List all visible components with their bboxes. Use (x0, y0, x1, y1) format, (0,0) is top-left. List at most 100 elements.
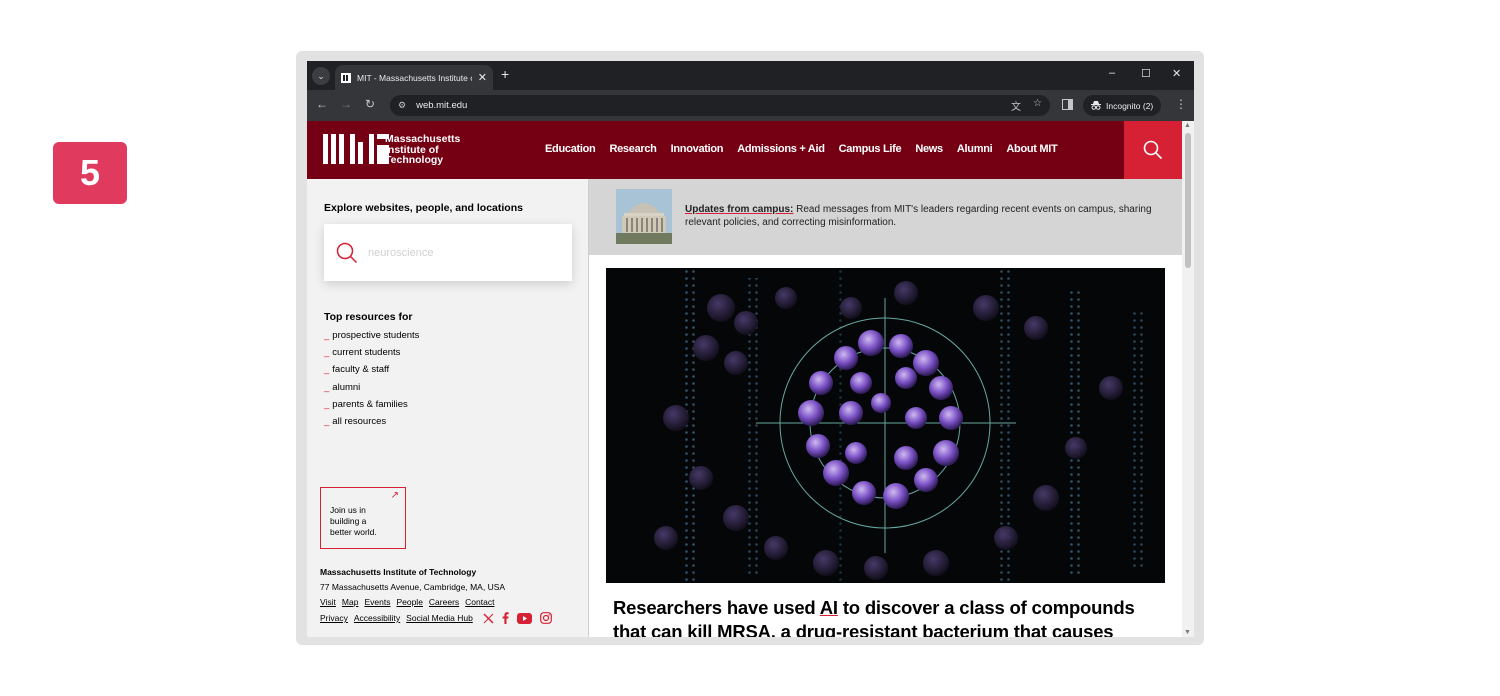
resource-label: parents & families (332, 398, 408, 410)
footer-link-contact[interactable]: Contact (465, 597, 494, 607)
browser-menu-icon[interactable]: ⋮ (1175, 97, 1187, 111)
step-number-badge: 5 (53, 142, 127, 204)
browser-window: ⌄ MIT - Massachusetts Institute of Techn… (307, 61, 1194, 637)
resource-link-current[interactable]: _ current students (324, 347, 419, 364)
footer-link-map[interactable]: Map (342, 597, 359, 607)
dash-marker: _ (324, 347, 330, 359)
x-twitter-icon[interactable] (483, 612, 494, 624)
resource-label: alumni (332, 381, 361, 393)
nav-alumni[interactable]: Alumni (957, 143, 993, 155)
site-info-icon[interactable]: ⚙ (398, 100, 406, 111)
external-arrow-icon: ↗ (390, 490, 399, 501)
main-nav: Education Research Innovation Admissions… (545, 143, 1058, 155)
maximize-button[interactable]: ☐ (1141, 67, 1151, 80)
great-dome-image (616, 189, 672, 244)
footer-link-events[interactable]: Events (364, 597, 390, 607)
resource-link-alumni[interactable]: _ alumni (324, 382, 419, 399)
mit-favicon-icon (341, 72, 351, 83)
nav-innovation[interactable]: Innovation (671, 143, 724, 155)
browser-tab-mit[interactable]: MIT - Massachusetts Institute of Technol… (335, 65, 493, 90)
nav-research[interactable]: Research (609, 143, 656, 155)
forward-button[interactable]: → (340, 97, 352, 111)
join-us-text: Join us in building a better world. (330, 505, 396, 538)
minimize-button[interactable]: – (1109, 67, 1115, 79)
resource-link-faculty[interactable]: _ faculty & staff (324, 364, 419, 381)
url-text: web.mit.edu (416, 100, 468, 111)
web-page: Massachusetts Institute of Technology Ed… (307, 121, 1182, 637)
news-headline[interactable]: Researchers have used AI to discover a c… (613, 596, 1158, 637)
nav-about-mit[interactable]: About MIT (1006, 143, 1057, 155)
mit-logo-icon[interactable] (323, 134, 389, 164)
main-content: Updates from campus: Read messages from … (589, 179, 1182, 637)
updates-link[interactable]: Updates from campus: (685, 204, 793, 215)
join-us-card[interactable]: ↗ Join us in building a better world. (320, 487, 406, 549)
search-icon (1143, 140, 1163, 160)
screenshot-frame: ⌄ MIT - Massachusetts Institute of Techn… (296, 51, 1204, 645)
resource-label: prospective students (332, 330, 420, 341)
resource-label: faculty & staff (332, 364, 390, 376)
translate-icon[interactable]: 文 (1011, 98, 1021, 113)
scroll-down-arrow-icon[interactable]: ▼ (1184, 629, 1191, 636)
footer-link-accessibility[interactable]: Accessibility (354, 613, 400, 623)
footer-link-people[interactable]: People (396, 597, 422, 607)
campus-updates-banner: Updates from campus: Read messages from … (589, 179, 1182, 255)
resource-link-all[interactable]: _ all resources (324, 416, 419, 433)
nav-education[interactable]: Education (545, 143, 596, 155)
wordmark-line: Technology (385, 154, 444, 166)
side-panel-icon[interactable] (1062, 99, 1073, 110)
footer-link-social-hub[interactable]: Social Media Hub (406, 613, 473, 623)
nav-campus-life[interactable]: Campus Life (839, 143, 902, 155)
footer-title: Massachusetts Institute of Technology (320, 567, 477, 577)
footer-link-visit[interactable]: Visit (320, 597, 336, 607)
nav-news[interactable]: News (915, 143, 943, 155)
headline-text: Researchers have used (613, 597, 820, 618)
youtube-icon[interactable] (516, 612, 532, 624)
incognito-label: Incognito (2) (1106, 100, 1154, 111)
dash-marker: _ (324, 415, 330, 427)
great-dome-thumbnail[interactable] (616, 189, 672, 244)
explore-search-input[interactable] (368, 246, 558, 259)
social-icons (483, 612, 552, 624)
scroll-thumb[interactable] (1185, 133, 1191, 268)
bookmark-star-icon[interactable]: ☆ (1033, 98, 1042, 113)
footer-links-row1: Visit Map Events People Careers Contact (320, 597, 494, 607)
facebook-icon[interactable] (502, 612, 509, 624)
resource-label: all resources (332, 415, 387, 427)
headline-ai-link[interactable]: AI (820, 597, 838, 618)
dash-marker: _ (324, 381, 330, 393)
scroll-up-arrow-icon[interactable]: ▲ (1184, 122, 1191, 129)
tab-title: MIT - Massachusetts Institute of Technol… (357, 72, 472, 83)
site-header: Massachusetts Institute of Technology Ed… (307, 121, 1182, 179)
page-scrollbar[interactable]: ▲ ▼ (1182, 121, 1194, 637)
footer-link-privacy[interactable]: Privacy (320, 613, 348, 623)
header-search-button[interactable] (1124, 121, 1182, 179)
wordmark-line: Massachusetts (385, 133, 461, 145)
resource-link-prospective[interactable]: _ prospective students (324, 330, 419, 347)
join-line: better world. (330, 527, 377, 537)
explore-search[interactable] (324, 224, 572, 281)
back-button[interactable]: ← (316, 97, 328, 111)
close-window-button[interactable]: ✕ (1172, 67, 1181, 80)
search-icon (336, 242, 358, 263)
instagram-icon[interactable] (539, 612, 552, 624)
campus-updates-text: Updates from campus: Read messages from … (685, 203, 1155, 229)
mit-wordmark[interactable]: Massachusetts Institute of Technology (385, 134, 460, 166)
hero-image[interactable] (606, 268, 1165, 583)
tab-strip: ⌄ MIT - Massachusetts Institute of Techn… (307, 61, 1194, 90)
footer-links-row2: Privacy Accessibility Social Media Hub (320, 612, 552, 624)
dash-marker: _ (324, 364, 330, 376)
nav-admissions-aid[interactable]: Admissions + Aid (737, 143, 825, 155)
reload-button[interactable]: ↻ (365, 97, 375, 111)
tab-search-button[interactable]: ⌄ (312, 67, 330, 85)
resource-link-parents[interactable]: _ parents & families (324, 399, 419, 416)
footer-link-careers[interactable]: Careers (429, 597, 459, 607)
dash-marker: _ (324, 398, 330, 410)
incognito-icon (1091, 101, 1101, 110)
new-tab-button[interactable]: + (501, 66, 509, 82)
sidebar: Explore websites, people, and locations … (307, 179, 589, 637)
tab-close-icon[interactable]: ✕ (478, 71, 487, 84)
footer-address: 77 Massachusetts Avenue, Cambridge, MA, … (320, 582, 506, 592)
explore-title: Explore websites, people, and locations (324, 202, 523, 214)
address-bar[interactable]: ⚙ web.mit.edu 文 ☆ (390, 95, 1050, 116)
incognito-indicator[interactable]: Incognito (2) (1083, 95, 1162, 116)
